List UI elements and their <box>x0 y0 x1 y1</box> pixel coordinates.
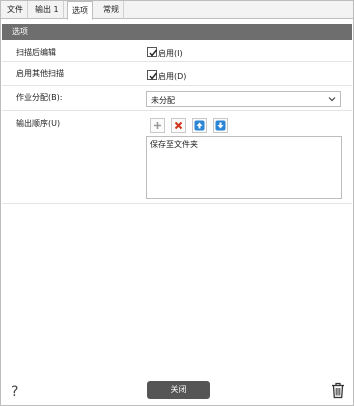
move-down-button[interactable] <box>213 118 228 133</box>
close-button[interactable]: 关闭 <box>147 381 210 399</box>
plus-icon <box>154 122 161 129</box>
list-item[interactable]: 保存至文件夹 <box>150 139 198 150</box>
output-order-list[interactable]: 保存至文件夹 <box>146 136 342 199</box>
tab-output-1[interactable]: 输出 1 <box>31 1 64 19</box>
tab-general[interactable]: 常规 <box>99 1 124 19</box>
delete-button[interactable] <box>171 118 186 133</box>
job-assign-value: 未分配 <box>151 96 175 105</box>
job-assign-select[interactable]: 未分配 <box>146 91 341 107</box>
arrow-down-icon <box>215 120 226 131</box>
output-order-label: 输出顺序(U) <box>16 119 61 128</box>
section-header: 选项 <box>2 24 352 40</box>
tab-file[interactable]: 文件 <box>3 1 28 19</box>
edit-after-scan-checkbox[interactable] <box>147 47 158 57</box>
enable-other-scan-checkbox[interactable] <box>147 70 158 80</box>
enable-other-scan-enable-label[interactable]: 启用(D) <box>158 71 186 82</box>
chevron-down-icon <box>328 97 336 102</box>
dialog-frame: 文件 输出 1 选项 常规 选项 扫描后编辑 启用(I) 启用其他扫描 启用(D… <box>0 0 354 406</box>
edit-after-scan-enable-label[interactable]: 启用(I) <box>158 48 183 59</box>
delete-icon <box>174 121 183 130</box>
arrow-up-icon <box>194 120 205 131</box>
enable-other-scan-label: 启用其他扫描 <box>16 69 64 78</box>
job-assign-label: 作业分配(B): <box>16 93 63 102</box>
tab-bar: 文件 输出 1 选项 常规 <box>1 1 353 20</box>
checkmark-icon <box>149 72 158 80</box>
add-button[interactable] <box>150 118 165 133</box>
help-icon[interactable]: ? <box>11 384 18 400</box>
trash-icon[interactable] <box>331 382 345 399</box>
move-up-button[interactable] <box>192 118 207 133</box>
tab-options[interactable]: 选项 <box>67 1 93 20</box>
checkmark-icon <box>149 49 158 57</box>
edit-after-scan-label: 扫描后编辑 <box>16 48 56 57</box>
